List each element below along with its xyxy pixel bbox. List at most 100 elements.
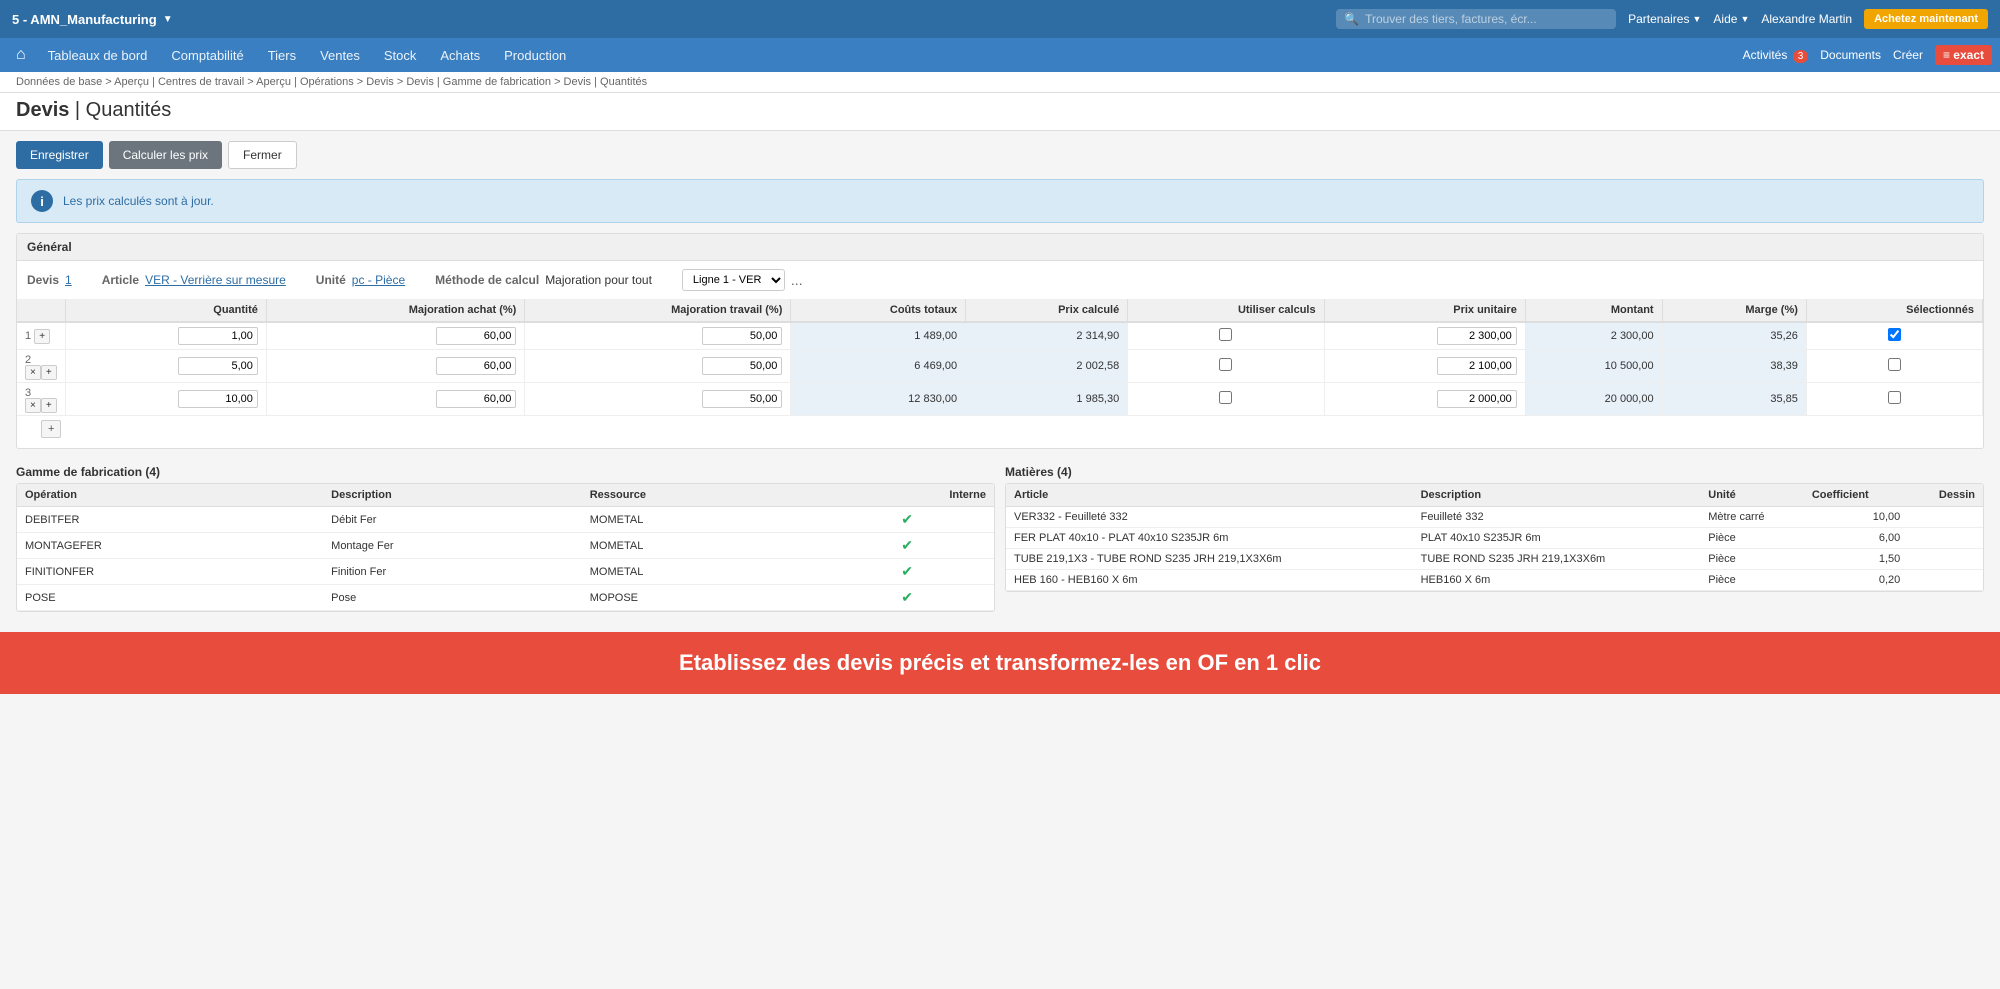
article-value[interactable]: VER - Verrière sur mesure bbox=[145, 273, 286, 287]
partners-chevron: ▼ bbox=[1692, 14, 1701, 24]
nav-production[interactable]: Production bbox=[494, 42, 576, 69]
col-maj-travail: Majoration travail (%) bbox=[525, 299, 791, 322]
checkbox-selected-2[interactable] bbox=[1888, 391, 1901, 404]
help-dropdown[interactable]: Aide ▼ bbox=[1713, 12, 1749, 26]
input-prix-unit-2[interactable] bbox=[1437, 390, 1517, 408]
remove-row-icon-2[interactable]: × bbox=[25, 398, 41, 413]
row-maj-achat-1[interactable] bbox=[266, 350, 524, 383]
adjust-button[interactable]: ... bbox=[791, 272, 803, 288]
row-quantite-1[interactable] bbox=[65, 350, 266, 383]
global-search[interactable]: 🔍 bbox=[1336, 9, 1616, 29]
row-maj-travail-1[interactable] bbox=[525, 350, 791, 383]
row-prix-calc-2: 1 985,30 bbox=[966, 383, 1128, 416]
row-utiliser-0[interactable] bbox=[1128, 322, 1324, 350]
gamme-interne-1: ✔ bbox=[820, 533, 994, 559]
gamme-row: DEBITFER Débit Fer MOMETAL ✔ bbox=[17, 507, 994, 533]
row-marge-2: 35,85 bbox=[1662, 383, 1806, 416]
unite-value[interactable]: pc - Pièce bbox=[352, 273, 405, 287]
close-button[interactable]: Fermer bbox=[228, 141, 297, 169]
input-maj-travail-1[interactable] bbox=[702, 357, 782, 375]
input-maj-achat-1[interactable] bbox=[436, 357, 516, 375]
calculate-button[interactable]: Calculer les prix bbox=[109, 141, 222, 169]
gamme-interne-2: ✔ bbox=[820, 559, 994, 585]
input-maj-travail-2[interactable] bbox=[702, 390, 782, 408]
nav-ventes[interactable]: Ventes bbox=[310, 42, 370, 69]
nav-comptabilite[interactable]: Comptabilité bbox=[161, 42, 253, 69]
gamme-operation-0: DEBITFER bbox=[17, 507, 323, 533]
input-maj-achat-0[interactable] bbox=[436, 327, 516, 345]
save-button[interactable]: Enregistrer bbox=[16, 141, 103, 169]
row-quantite-0[interactable] bbox=[65, 322, 266, 350]
documents-link[interactable]: Documents bbox=[1820, 48, 1881, 62]
row-prix-unit-0[interactable] bbox=[1324, 322, 1525, 350]
nav-tableaux[interactable]: Tableaux de bord bbox=[38, 42, 158, 69]
row-selected-2[interactable] bbox=[1806, 383, 1982, 416]
ligne-select[interactable]: Ligne 1 - VER bbox=[682, 269, 785, 291]
table-row: 1 + 1 489,00 2 314,90 2 300,00 35,26 bbox=[17, 322, 1983, 350]
mat-unite-2: Pièce bbox=[1700, 549, 1804, 570]
input-quantite-2[interactable] bbox=[178, 390, 258, 408]
row-maj-travail-2[interactable] bbox=[525, 383, 791, 416]
add-row-icon-2[interactable]: + bbox=[41, 398, 57, 413]
input-maj-achat-2[interactable] bbox=[436, 390, 516, 408]
row-prix-unit-1[interactable] bbox=[1324, 350, 1525, 383]
info-message: Les prix calculés sont à jour. bbox=[63, 194, 214, 208]
checkbox-selected-1[interactable] bbox=[1888, 358, 1901, 371]
row-prix-unit-2[interactable] bbox=[1324, 383, 1525, 416]
row-selected-1[interactable] bbox=[1806, 350, 1982, 383]
search-input[interactable] bbox=[1365, 12, 1608, 26]
add-row-icon-0[interactable]: + bbox=[34, 329, 50, 344]
col-prix-calc: Prix calculé bbox=[966, 299, 1128, 322]
matieres-title: Matières (4) bbox=[1005, 459, 1984, 483]
app-title: 5 - AMN_Manufacturing bbox=[12, 12, 157, 27]
nav-tiers[interactable]: Tiers bbox=[258, 42, 306, 69]
row-maj-achat-0[interactable] bbox=[266, 322, 524, 350]
input-quantite-0[interactable] bbox=[178, 327, 258, 345]
mat-description-3: HEB160 X 6m bbox=[1413, 570, 1701, 591]
row-utiliser-2[interactable] bbox=[1128, 383, 1324, 416]
checkbox-utiliser-2[interactable] bbox=[1219, 391, 1232, 404]
row-maj-achat-2[interactable] bbox=[266, 383, 524, 416]
devis-value[interactable]: 1 bbox=[65, 273, 72, 287]
row-couts-0: 1 489,00 bbox=[791, 322, 966, 350]
input-prix-unit-0[interactable] bbox=[1437, 327, 1517, 345]
gamme-col-ressource: Ressource bbox=[582, 484, 820, 507]
sort-icon[interactable]: ⇕▾ bbox=[1965, 102, 1984, 119]
mat-col-dessin: Dessin bbox=[1908, 484, 1983, 507]
home-icon[interactable]: ⌂ bbox=[8, 46, 34, 64]
top-nav-right-group: Partenaires ▼ Aide ▼ Alexandre Martin Ac… bbox=[1628, 9, 1988, 29]
gamme-interne-3: ✔ bbox=[820, 585, 994, 611]
checkbox-utiliser-0[interactable] bbox=[1219, 328, 1232, 341]
mat-unite-1: Pièce bbox=[1700, 528, 1804, 549]
row-selected-0[interactable] bbox=[1806, 322, 1982, 350]
devis-field: Devis 1 bbox=[27, 273, 72, 287]
activities-link[interactable]: Activités 3 bbox=[1743, 48, 1809, 62]
buy-now-button[interactable]: Achetez maintenant bbox=[1864, 9, 1988, 29]
article-field: Article VER - Verrière sur mesure bbox=[102, 273, 286, 287]
remove-row-icon-1[interactable]: × bbox=[25, 365, 41, 380]
matieres-table-header: Article Description Unité Coefficient De… bbox=[1006, 484, 1983, 507]
nav-stock[interactable]: Stock bbox=[374, 42, 427, 69]
partners-dropdown[interactable]: Partenaires ▼ bbox=[1628, 12, 1701, 26]
row-maj-travail-0[interactable] bbox=[525, 322, 791, 350]
add-row-icon-1[interactable]: + bbox=[41, 365, 57, 380]
row-utiliser-1[interactable] bbox=[1128, 350, 1324, 383]
gamme-operation-3: POSE bbox=[17, 585, 323, 611]
checkbox-selected-0[interactable] bbox=[1888, 328, 1901, 341]
input-maj-travail-0[interactable] bbox=[702, 327, 782, 345]
page-title: Devis | Quantités bbox=[16, 99, 171, 122]
row-quantite-2[interactable] bbox=[65, 383, 266, 416]
checkbox-utiliser-1[interactable] bbox=[1219, 358, 1232, 371]
gamme-table-body: DEBITFER Débit Fer MOMETAL ✔ MONTAGEFER … bbox=[17, 507, 994, 611]
col-prix-unit: Prix unitaire bbox=[1324, 299, 1525, 322]
row-couts-1: 6 469,00 bbox=[791, 350, 966, 383]
interne-check-icon: ✔ bbox=[901, 511, 913, 527]
nav-achats[interactable]: Achats bbox=[430, 42, 490, 69]
add-row-button[interactable]: + bbox=[41, 420, 61, 438]
app-title-chevron: ▼ bbox=[163, 14, 173, 25]
input-prix-unit-1[interactable] bbox=[1437, 357, 1517, 375]
app-title-group[interactable]: 5 - AMN_Manufacturing ▼ bbox=[12, 12, 173, 27]
input-quantite-1[interactable] bbox=[178, 357, 258, 375]
gamme-row: POSE Pose MOPOSE ✔ bbox=[17, 585, 994, 611]
create-link[interactable]: Créer bbox=[1893, 48, 1923, 62]
